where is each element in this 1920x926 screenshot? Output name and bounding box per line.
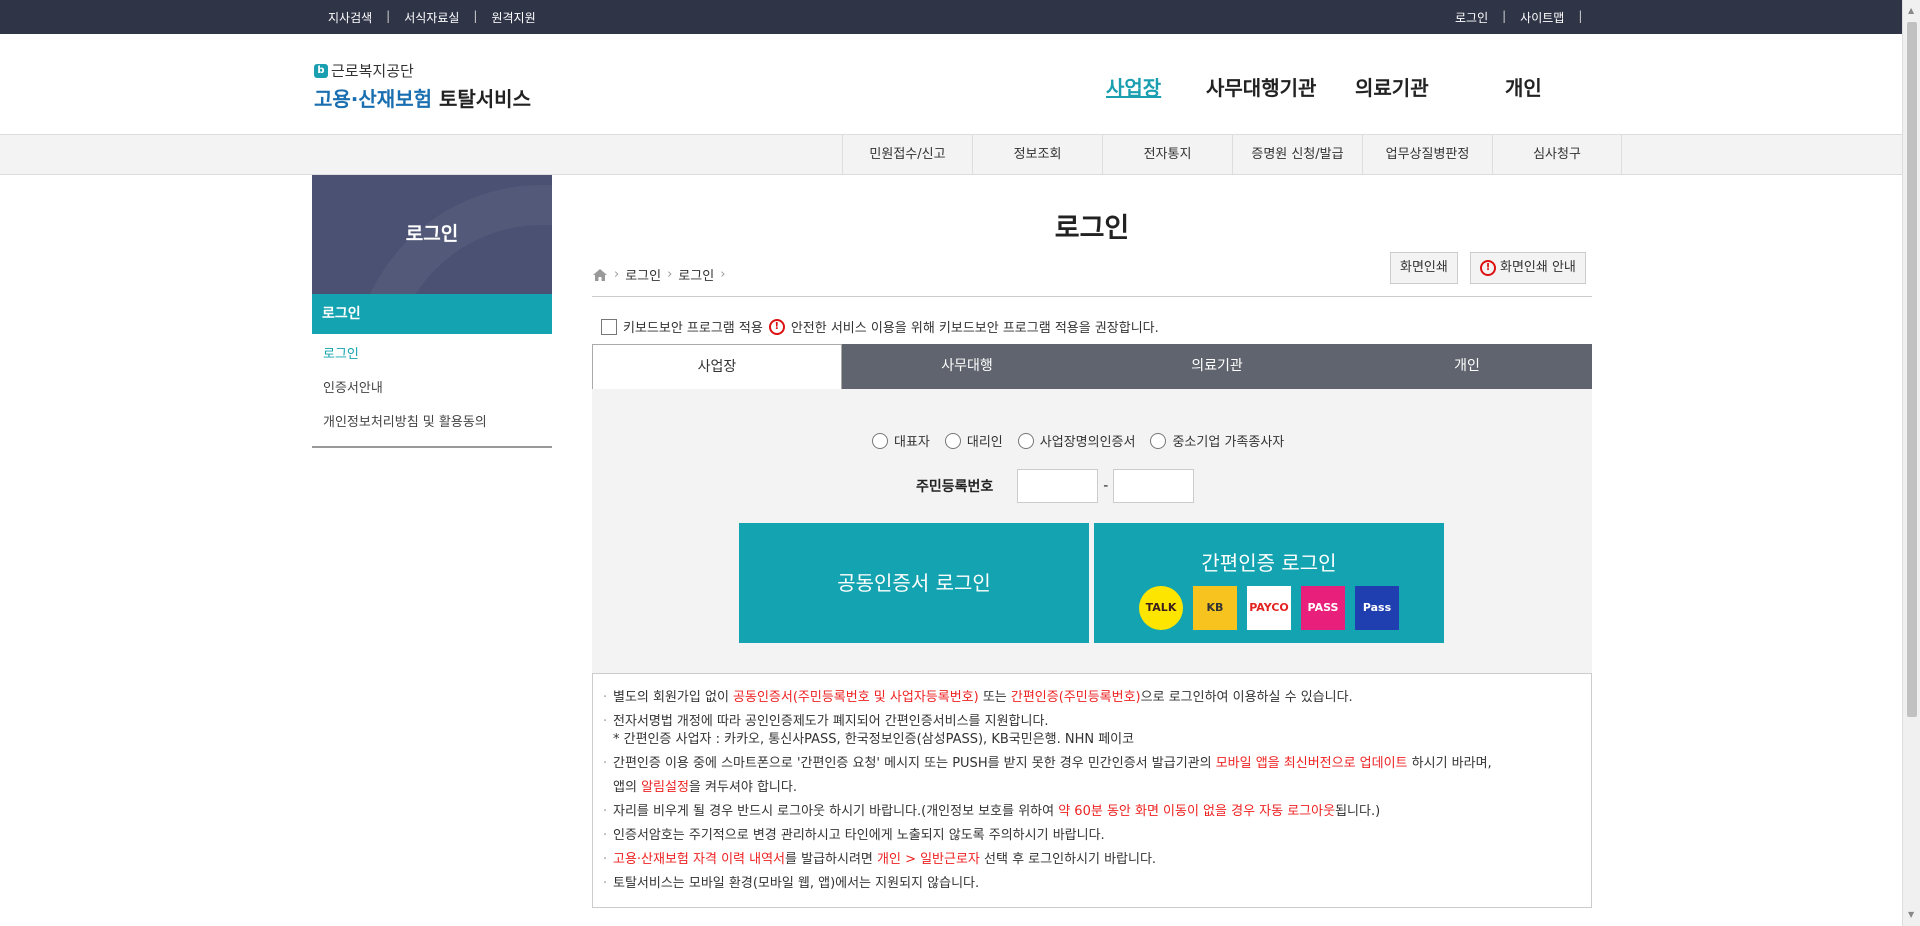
resident-number-front-input[interactable] bbox=[1017, 469, 1099, 503]
resident-number-label: 주민등록번호 bbox=[916, 479, 994, 495]
separator: | bbox=[386, 9, 391, 23]
kb-bank-icon: KB bbox=[1193, 586, 1237, 630]
notice-item: 고용·산재보험 자격 이력 내역서를 발급하시려면 개인 > 일반근로자 선택 … bbox=[603, 848, 1571, 872]
subnav-e-notice[interactable]: 전자통지 bbox=[1102, 135, 1232, 175]
keyboard-security-row: 키보드보안 프로그램 적용 ! 안전한 서비스 이용을 위해 키보드보안 프로그… bbox=[601, 317, 1159, 336]
subnav-disease[interactable]: 업무상질병판정 bbox=[1362, 135, 1492, 175]
home-icon[interactable] bbox=[592, 268, 608, 282]
login-type-tabs: 사업장 사무대행 의료기관 개인 bbox=[592, 344, 1592, 389]
scroll-down-arrow[interactable]: ▼ bbox=[1908, 910, 1914, 919]
breadcrumb-item[interactable]: 로그인 bbox=[625, 265, 661, 284]
gnb-medical[interactable]: 의료기관 bbox=[1355, 72, 1429, 101]
scrollbar-thumb[interactable] bbox=[1907, 22, 1917, 717]
service-prefix: 고용·산재보험 bbox=[314, 87, 432, 111]
simple-auth-login-button[interactable]: 간편인증 로그인 TALK KB PAYCO PASS Pass bbox=[1094, 523, 1444, 643]
auth-provider-icons: TALK KB PAYCO PASS Pass bbox=[1094, 586, 1444, 630]
resident-number-back-input[interactable] bbox=[1113, 469, 1195, 503]
keyboard-security-notice: 안전한 서비스 이용을 위해 키보드보안 프로그램 적용을 권장합니다. bbox=[790, 321, 1159, 336]
radio-button[interactable] bbox=[872, 432, 888, 449]
login-link[interactable]: 로그인 bbox=[1455, 9, 1488, 26]
agency-name: 근로복지공단 bbox=[331, 62, 414, 80]
top-utility-bar: 지사검색 | 서식자료실 | 원격지원 로그인 | 사이트맵 | bbox=[0, 0, 1902, 34]
service-suffix: 토탈서비스 bbox=[438, 87, 531, 111]
notice-item: 인증서암호는 주기적으로 변경 관리하시고 타인에게 노출되지 않도록 주의하시… bbox=[603, 824, 1571, 848]
radio-label: 중소기업 가족종사자 bbox=[1172, 435, 1285, 450]
scroll-up-arrow[interactable]: ▲ bbox=[1908, 6, 1914, 15]
tab-medical[interactable]: 의료기관 bbox=[1092, 344, 1342, 389]
alert-icon: ! bbox=[768, 318, 785, 335]
radio-agent[interactable]: 대리인 bbox=[944, 431, 1003, 450]
print-guide-button[interactable]: ! 화면인쇄 안내 bbox=[1470, 252, 1586, 284]
radio-label: 대리인 bbox=[966, 435, 1003, 450]
left-sidebar: 로그인 로그인 로그인 인증서안내 개인정보처리방침 및 활용동의 bbox=[312, 175, 552, 448]
sub-navigation: 민원접수/신고 정보조회 전자통지 증명원 신청/발급 업무상질병판정 심사청구 bbox=[0, 135, 1902, 175]
subnav-certificate[interactable]: 증명원 신청/발급 bbox=[1232, 135, 1362, 175]
agency-logo-icon: b bbox=[314, 63, 328, 78]
simple-auth-label: 간편인증 로그인 bbox=[1201, 551, 1337, 575]
dash: - bbox=[1103, 478, 1109, 494]
separator: | bbox=[473, 9, 478, 23]
alert-icon: ! bbox=[1480, 260, 1496, 276]
notice-item: 별도의 회원가입 없이 공동인증서(주민등록번호 및 사업자등록번호) 또는 간… bbox=[603, 686, 1571, 710]
gnb-personal[interactable]: 개인 bbox=[1505, 72, 1542, 101]
sitemap-link[interactable]: 사이트맵 bbox=[1520, 9, 1564, 26]
radio-label: 사업장명의인증서 bbox=[1039, 435, 1136, 450]
notice-item: 간편인증 이용 중에 스마트폰으로 '간편인증 요청' 메시지 또는 PUSH를… bbox=[603, 752, 1571, 800]
tab-agency[interactable]: 사무대행 bbox=[842, 344, 1092, 389]
main-content: 로그인 › 로그인 › 로그인 › 화면인쇄 ! 화면인쇄 안내 키보드보안 프로… bbox=[592, 175, 1592, 908]
resident-number-row: 주민등록번호 - bbox=[916, 469, 1195, 503]
breadcrumb: › 로그인 › 로그인 › bbox=[592, 265, 725, 284]
kakao-talk-icon: TALK bbox=[1139, 586, 1183, 630]
breadcrumb-item[interactable]: 로그인 bbox=[678, 265, 714, 284]
radio-button[interactable] bbox=[1017, 432, 1034, 449]
radio-representative[interactable]: 대표자 bbox=[872, 431, 930, 450]
site-logo[interactable]: b 근로복지공단 고용·산재보험 토탈서비스 bbox=[314, 60, 531, 112]
pass-icon: PASS bbox=[1301, 586, 1345, 630]
keyboard-security-checkbox[interactable] bbox=[601, 318, 617, 335]
sidebar-item-cert-guide[interactable]: 인증서안내 bbox=[312, 372, 552, 406]
print-button[interactable]: 화면인쇄 bbox=[1390, 252, 1458, 284]
subnav-review[interactable]: 심사청구 bbox=[1492, 135, 1622, 175]
sidebar-active-menu[interactable]: 로그인 bbox=[312, 294, 552, 334]
vertical-scrollbar[interactable]: ▲ ▼ bbox=[1902, 0, 1920, 926]
login-panel: 대표자 대리인 사업장명의인증서 중소기업 가족종사자 주민등록번호 - 공동인… bbox=[592, 389, 1592, 673]
radio-family-worker[interactable]: 중소기업 가족종사자 bbox=[1150, 431, 1284, 450]
radio-label: 대표자 bbox=[894, 435, 930, 450]
certificate-login-button[interactable]: 공동인증서 로그인 bbox=[739, 523, 1089, 643]
keyboard-security-label: 키보드보안 프로그램 적용 bbox=[623, 321, 763, 336]
sidebar-item-login[interactable]: 로그인 bbox=[312, 338, 552, 372]
radio-business-cert[interactable]: 사업장명의인증서 bbox=[1017, 431, 1136, 450]
sidebar-item-privacy[interactable]: 개인정보처리방침 및 활용동의 bbox=[312, 406, 552, 440]
notice-item: 자리를 비우게 될 경우 반드시 로그아웃 하시기 바랍니다.(개인정보 보호를… bbox=[603, 800, 1571, 824]
radio-button[interactable] bbox=[944, 432, 961, 449]
sidebar-title: 로그인 bbox=[312, 175, 552, 294]
separator: | bbox=[1502, 9, 1507, 23]
notice-subitem: * 간편인증 사업자 : 카카오, 통신사PASS, 한국정보인증(삼성PASS… bbox=[613, 732, 1135, 747]
gnb-agency[interactable]: 사무대행기관 bbox=[1206, 72, 1316, 101]
gnb-workplace[interactable]: 사업장 bbox=[1106, 72, 1161, 101]
forms-library-link[interactable]: 서식자료실 bbox=[404, 9, 459, 26]
samsung-pass-icon: Pass bbox=[1355, 586, 1399, 630]
notice-item: 토탈서비스는 모바일 환경(모바일 웹, 앱)에서는 지원되지 않습니다. bbox=[603, 872, 1571, 896]
tab-personal[interactable]: 개인 bbox=[1342, 344, 1592, 389]
subnav-info[interactable]: 정보조회 bbox=[972, 135, 1102, 175]
payco-icon: PAYCO bbox=[1247, 586, 1291, 630]
branch-search-link[interactable]: 지사검색 bbox=[328, 9, 372, 26]
login-role-radios: 대표자 대리인 사업장명의인증서 중소기업 가족종사자 bbox=[872, 431, 1284, 450]
tab-workplace[interactable]: 사업장 bbox=[592, 344, 842, 389]
subnav-complaint[interactable]: 민원접수/신고 bbox=[842, 135, 972, 175]
radio-button[interactable] bbox=[1150, 432, 1167, 449]
notice-box: 별도의 회원가입 없이 공동인증서(주민등록번호 및 사업자등록번호) 또는 간… bbox=[592, 673, 1592, 908]
separator: | bbox=[1578, 9, 1583, 23]
page-title: 로그인 bbox=[1054, 213, 1130, 244]
remote-support-link[interactable]: 원격지원 bbox=[491, 9, 535, 26]
print-guide-label: 화면인쇄 안내 bbox=[1500, 260, 1576, 275]
divider bbox=[592, 296, 1592, 297]
site-header: b 근로복지공단 고용·산재보험 토탈서비스 사업장 사무대행기관 의료기관 개인 bbox=[0, 34, 1902, 135]
